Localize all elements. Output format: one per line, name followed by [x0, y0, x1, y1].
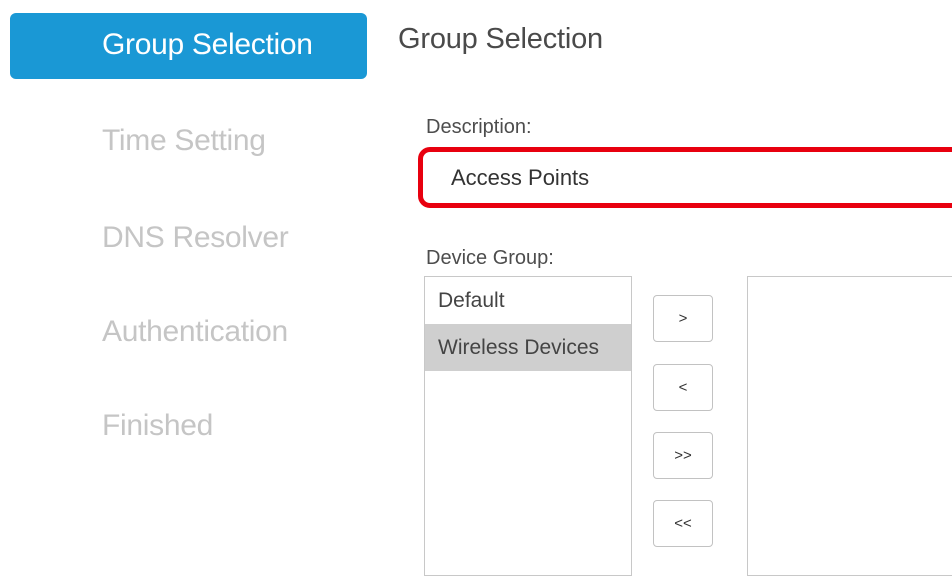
step-group-selection[interactable]: Group Selection: [10, 13, 367, 79]
list-item-default[interactable]: Default: [425, 277, 631, 324]
chosen-groups-list[interactable]: [747, 276, 952, 576]
remove-all-button[interactable]: <<: [653, 500, 713, 547]
device-group-label: Device Group:: [426, 247, 554, 269]
step-time-setting[interactable]: Time Setting: [102, 124, 266, 158]
step-dns-resolver[interactable]: DNS Resolver: [102, 221, 289, 255]
step-label: Group Selection: [102, 28, 313, 61]
wizard-sidebar: Group Selection Time Setting DNS Resolve…: [0, 0, 380, 552]
available-groups-list[interactable]: Default Wireless Devices: [424, 276, 632, 576]
description-input[interactable]: [418, 147, 952, 208]
list-item-wireless-devices[interactable]: Wireless Devices: [425, 324, 631, 371]
description-label: Description:: [426, 116, 532, 138]
page-title: Group Selection: [398, 23, 603, 55]
add-all-button[interactable]: >>: [653, 432, 713, 479]
step-authentication[interactable]: Authentication: [102, 315, 288, 349]
remove-selected-button[interactable]: <: [653, 364, 713, 411]
add-selected-button[interactable]: >: [653, 295, 713, 342]
step-finished[interactable]: Finished: [102, 409, 213, 443]
